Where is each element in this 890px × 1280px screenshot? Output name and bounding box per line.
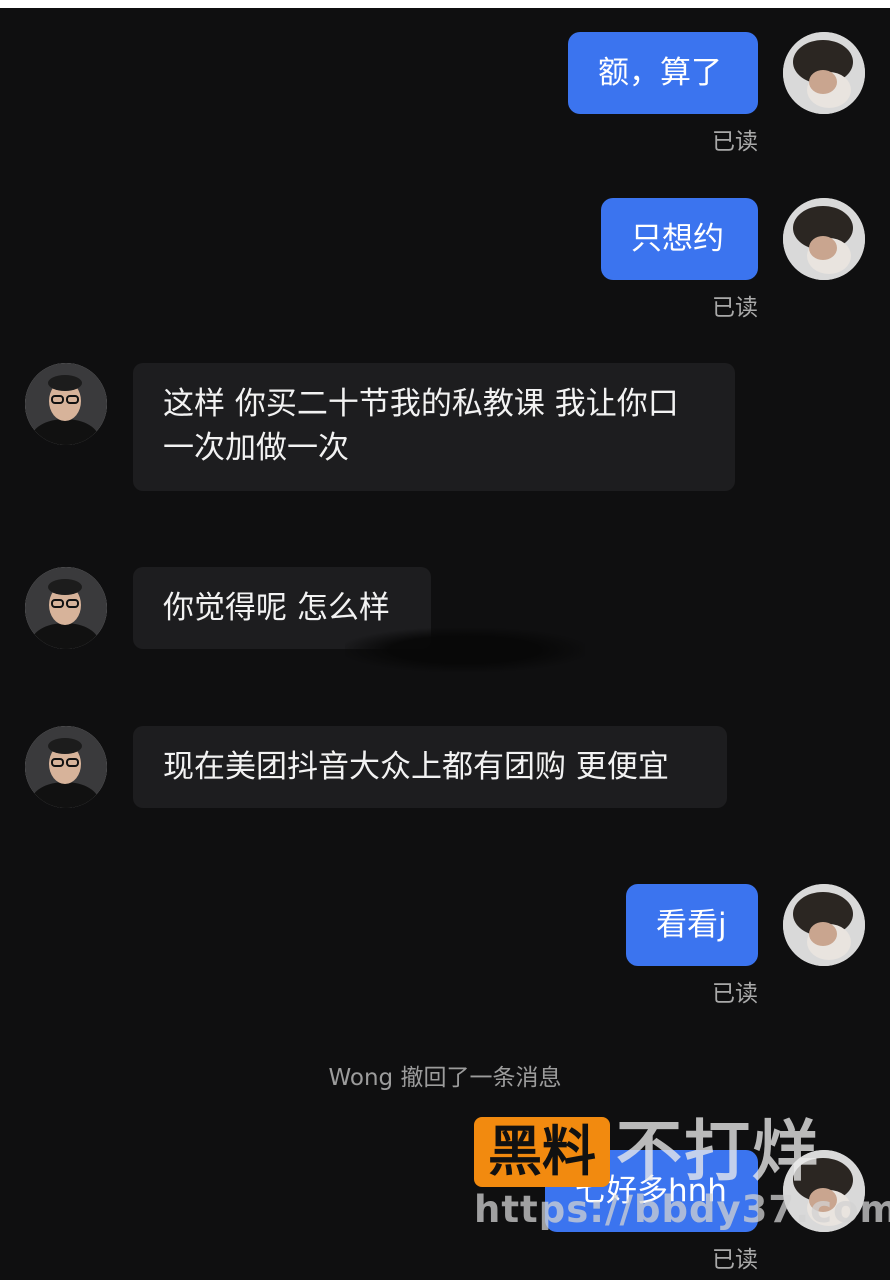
read-receipt: 已读 xyxy=(712,981,758,1007)
read-receipt: 已读 xyxy=(712,295,758,321)
message-bubble-sent[interactable]: 看看j xyxy=(626,884,758,966)
recall-notice: Wong 撤回了一条消息 xyxy=(328,1065,562,1091)
watermark-url: https://bbdy37.com xyxy=(474,1188,890,1231)
watermark-name: 不打烊 xyxy=(616,1113,820,1190)
coach-avatar[interactable] xyxy=(25,567,107,649)
watermark-logo: 黑料 xyxy=(474,1117,610,1187)
read-receipt: 已读 xyxy=(712,129,758,155)
user-avatar[interactable] xyxy=(783,884,865,966)
user-avatar[interactable] xyxy=(783,32,865,114)
read-receipt: 已读 xyxy=(712,1247,758,1273)
status-bar xyxy=(0,0,890,8)
coach-avatar[interactable] xyxy=(25,726,107,808)
message-bubble-received[interactable]: 现在美团抖音大众上都有团购 更便宜 xyxy=(133,726,727,808)
user-avatar[interactable] xyxy=(783,198,865,280)
message-bubble-sent[interactable]: 只想约 xyxy=(601,198,758,280)
message-bubble-sent[interactable]: 额，算了 xyxy=(568,32,758,114)
redaction-smudge xyxy=(345,628,585,672)
message-bubble-received[interactable]: 这样 你买二十节我的私教课 我让你口 一次加做一次 xyxy=(133,363,735,491)
coach-avatar[interactable] xyxy=(25,363,107,445)
